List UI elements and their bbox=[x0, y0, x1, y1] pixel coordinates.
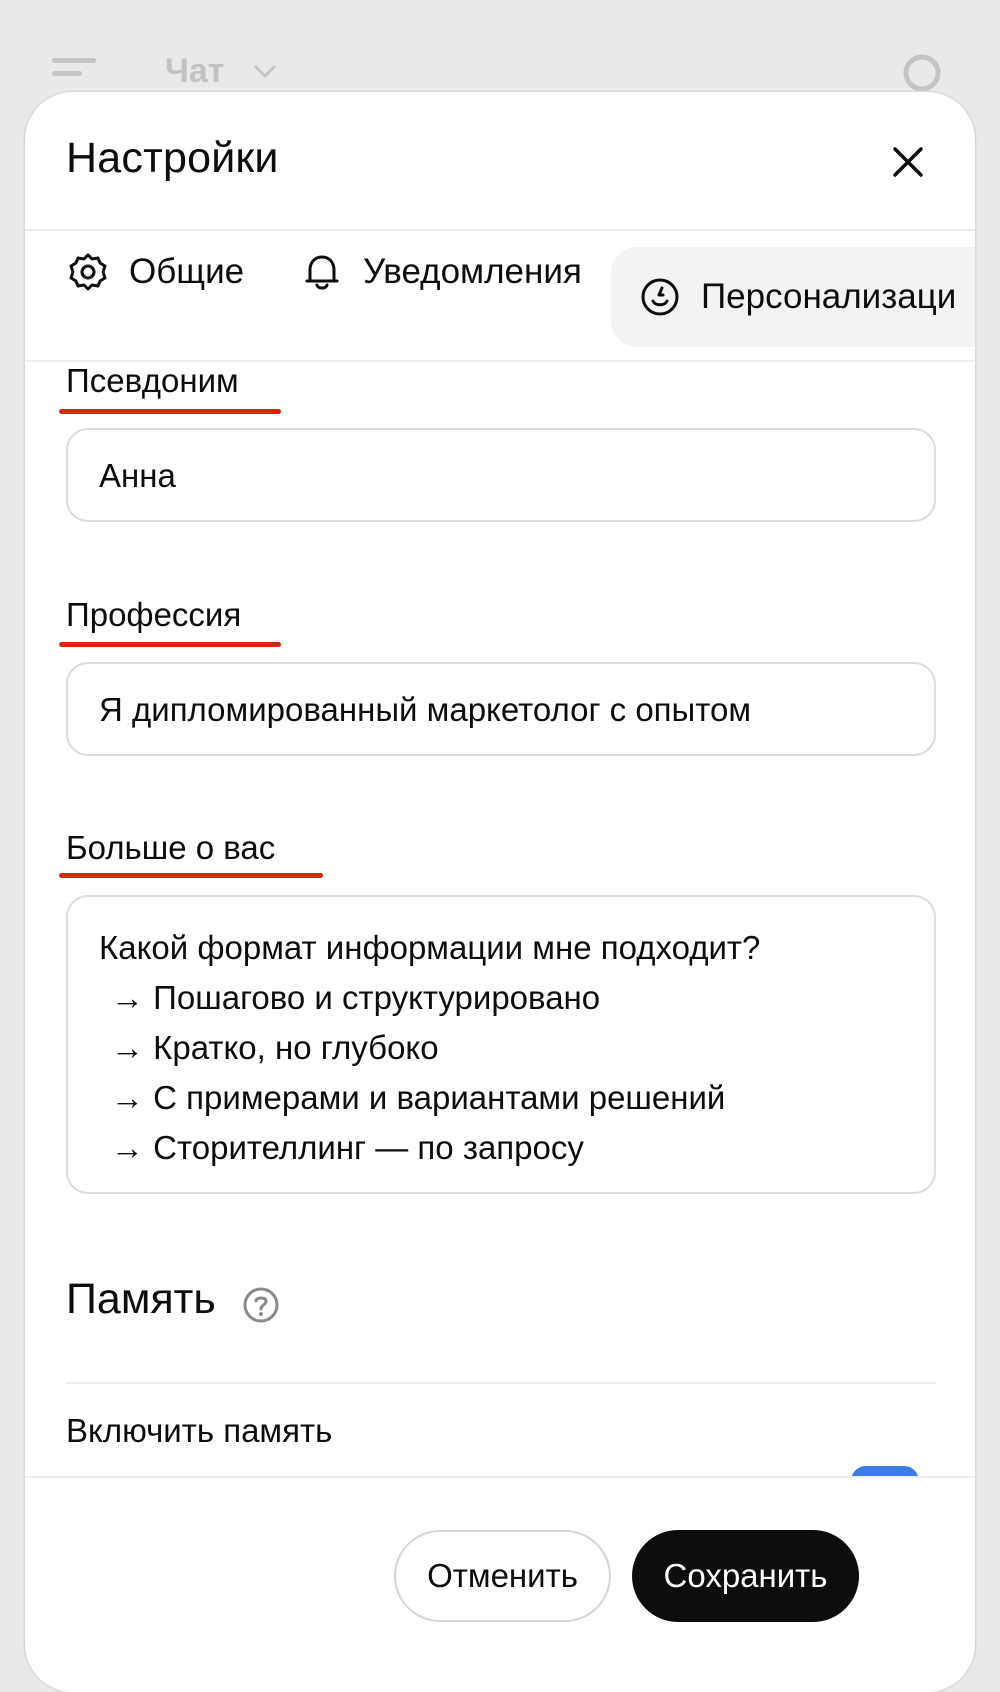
about-label: Больше о вас bbox=[66, 829, 276, 866]
settings-modal: Настройки Общие Уведомления Персонализац… bbox=[25, 92, 975, 1692]
about-field[interactable]: Какой формат информации мне подходит? → … bbox=[66, 895, 936, 1194]
tab-notifications-label: Уведомления bbox=[363, 252, 582, 291]
cancel-button[interactable]: Отменить bbox=[394, 1530, 611, 1622]
nickname-underline bbox=[59, 409, 281, 414]
menu-icon[interactable] bbox=[52, 58, 96, 88]
about-line: Какой формат информации мне подходит? bbox=[99, 929, 761, 966]
about-line: → Сторителлинг — по запросу bbox=[111, 1129, 584, 1166]
nickname-field[interactable]: Анна bbox=[66, 428, 936, 522]
close-icon[interactable] bbox=[883, 137, 933, 187]
enable-memory-label: Включить память bbox=[66, 1412, 333, 1449]
tab-notifications[interactable]: Уведомления bbox=[301, 222, 582, 322]
nickname-label: Псевдоним bbox=[66, 362, 239, 399]
modal-header: Настройки bbox=[25, 92, 975, 231]
about-line: → Пошагово и структурировано bbox=[111, 979, 601, 1016]
new-chat-icon[interactable] bbox=[902, 53, 942, 93]
profession-label: Профессия bbox=[66, 596, 242, 633]
footer-divider bbox=[25, 1476, 975, 1478]
smile-icon bbox=[641, 278, 679, 316]
memory-section-title: Память bbox=[66, 1275, 216, 1323]
tab-personalization[interactable]: Персонализаци bbox=[611, 247, 975, 347]
bell-icon bbox=[305, 255, 339, 290]
tab-general-label: Общие bbox=[129, 252, 245, 291]
about-line: → Кратко, но глубоко bbox=[111, 1029, 439, 1066]
profession-value: Я дипломированный маркетолог с опытом bbox=[99, 691, 752, 728]
gear-icon bbox=[69, 253, 107, 291]
profession-underline bbox=[59, 642, 281, 647]
chevron-down-icon[interactable] bbox=[250, 56, 280, 86]
nickname-value: Анна bbox=[99, 457, 176, 494]
chat-model-title[interactable]: Чат bbox=[165, 52, 224, 91]
tab-personalization-label: Персонализаци bbox=[701, 277, 957, 316]
tab-general[interactable]: Общие bbox=[67, 222, 244, 322]
memory-divider bbox=[66, 1382, 936, 1384]
modal-title: Настройки bbox=[66, 134, 279, 182]
about-underline bbox=[59, 873, 323, 878]
save-button[interactable]: Сохранить bbox=[632, 1530, 859, 1622]
about-text: Какой формат информации мне подходит? → … bbox=[99, 923, 760, 1173]
help-icon[interactable] bbox=[241, 1285, 281, 1325]
about-line: → С примерами и вариантами решений bbox=[111, 1079, 726, 1116]
profession-field[interactable]: Я дипломированный маркетолог с опытом bbox=[66, 662, 936, 756]
